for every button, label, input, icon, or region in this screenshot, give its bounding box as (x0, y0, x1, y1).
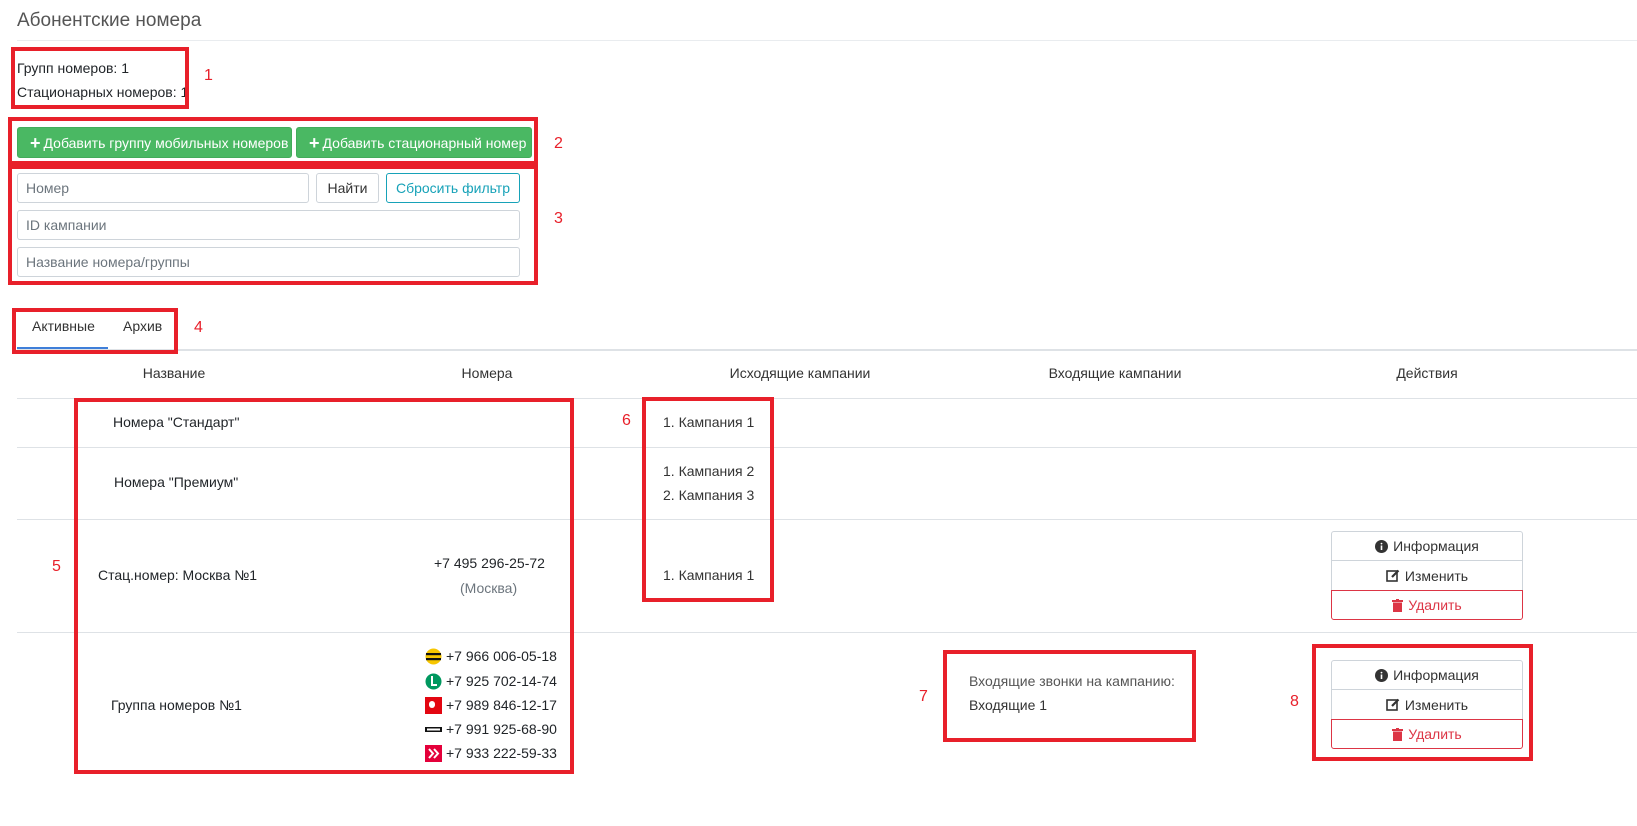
annotation-box-6 (642, 397, 774, 602)
delete-label: Удалить (1408, 597, 1462, 613)
annotation-number: 1 (204, 67, 213, 84)
info-icon (1375, 539, 1389, 553)
annotation-box-2 (8, 117, 538, 165)
info-label: Информация (1393, 538, 1479, 554)
info-button[interactable]: Информация (1331, 531, 1523, 561)
column-header-incoming: Входящие кампании (1048, 365, 1182, 381)
annotation-box-5 (74, 398, 574, 774)
page-title: Абонентские номера (17, 10, 202, 31)
edit-button[interactable]: Изменить (1331, 561, 1523, 591)
column-header-outgoing: Исходящие кампании (729, 365, 871, 381)
column-header-actions: Действия (1396, 365, 1458, 381)
column-header-numbers: Номера (461, 365, 513, 381)
trash-icon (1392, 598, 1404, 612)
annotation-number: 5 (52, 558, 61, 575)
annotation-box-4 (12, 308, 178, 354)
edit-label[interactable]: Изменить (1405, 568, 1468, 584)
column-header-name: Название (142, 365, 206, 381)
annotation-number: 4 (194, 319, 203, 336)
annotation-box-1 (11, 47, 189, 109)
edit-icon (1386, 569, 1400, 582)
annotation-number: 7 (919, 688, 928, 705)
delete-button[interactable]: Удалить (1331, 590, 1523, 620)
annotation-box-7 (943, 650, 1196, 742)
annotation-box-8 (1312, 644, 1533, 761)
annotation-number: 2 (554, 135, 563, 152)
annotation-number: 6 (622, 412, 631, 429)
title-divider (17, 40, 1637, 41)
annotation-box-3 (8, 165, 538, 285)
annotation-number: 3 (554, 210, 563, 227)
annotation-number: 8 (1290, 693, 1299, 710)
tabs-divider (17, 349, 1637, 351)
